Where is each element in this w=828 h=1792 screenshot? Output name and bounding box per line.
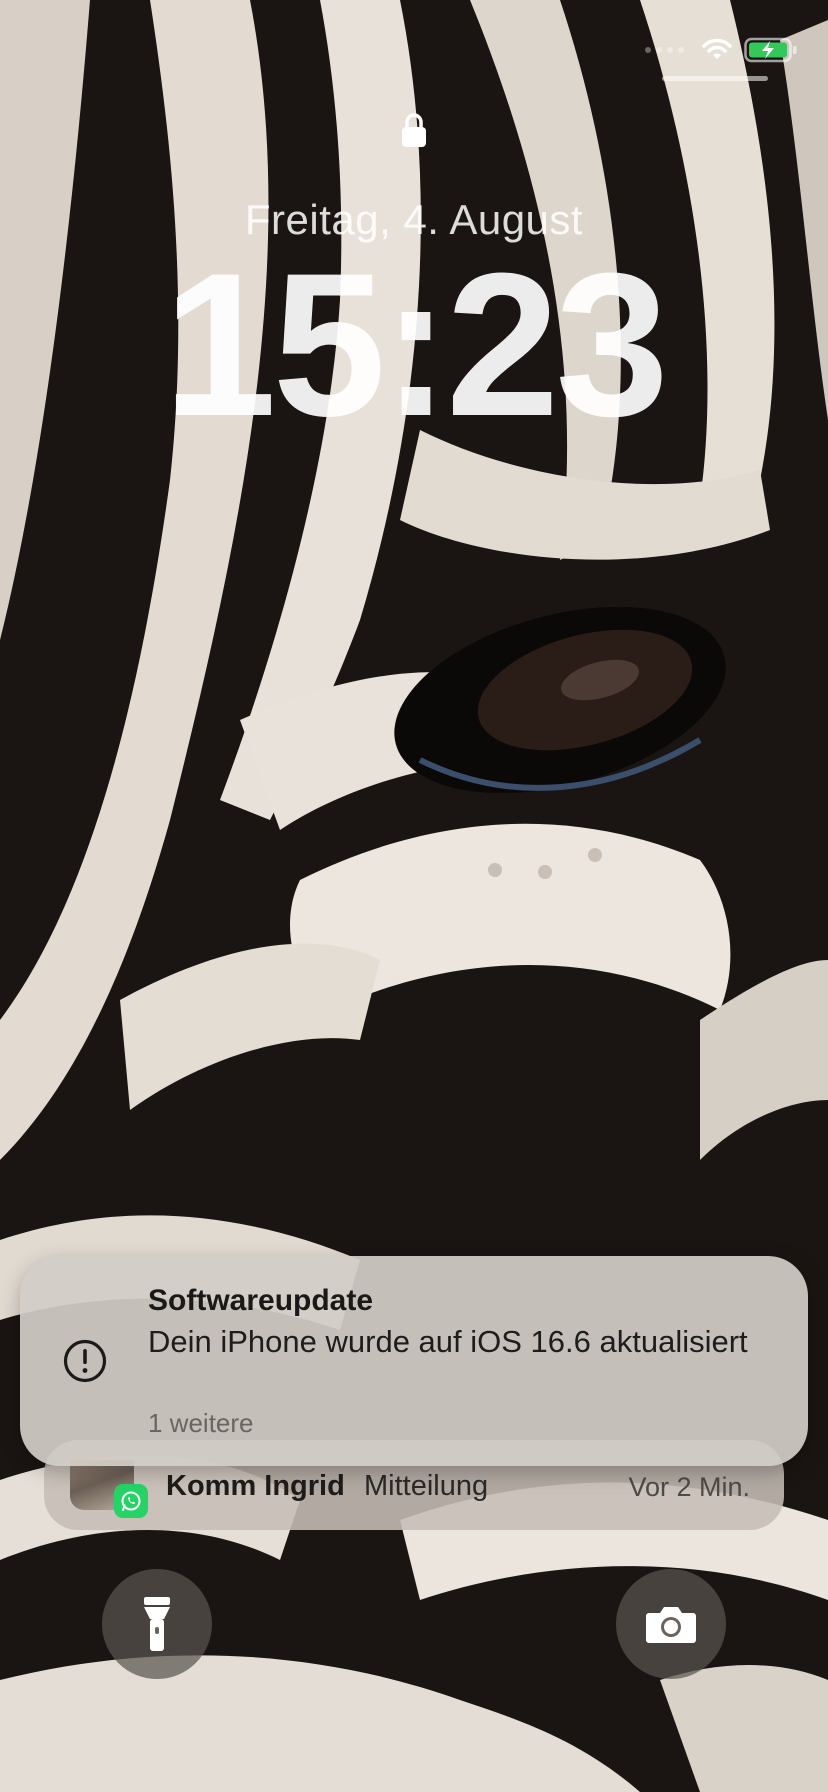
notification-more-count: 1 weitere — [148, 1408, 254, 1438]
flashlight-button[interactable] — [102, 1569, 212, 1679]
exclamation-circle-icon — [62, 1338, 108, 1384]
camera-button[interactable] — [616, 1569, 726, 1679]
avatar — [70, 1460, 148, 1518]
camera-icon — [646, 1607, 696, 1643]
notification-message: Mitteilung — [364, 1470, 489, 1502]
notification-timestamp: Vor 2 Min. — [628, 1472, 750, 1502]
wifi-icon — [700, 37, 734, 63]
notification-sender: Komm Ingrid — [166, 1470, 345, 1502]
status-bar — [645, 30, 798, 70]
notification-body: Dein iPhone wurde auf iOS 16.6 aktualisi… — [148, 1324, 748, 1359]
notification-title: Softwareupdate — [148, 1284, 374, 1317]
battery-charging-icon — [744, 37, 798, 63]
lock-screen-time: 15:23 — [163, 231, 669, 459]
status-indicator-bar — [662, 76, 768, 81]
lock-icon — [400, 112, 428, 148]
whatsapp-icon — [114, 1484, 148, 1518]
cellular-signal-icon — [645, 47, 684, 53]
lock-screen: Freitag, 4. August 15:23 Komm Ingrid Mit… — [0, 0, 828, 1792]
notification-software-update[interactable]: Softwareupdate Dein iPhone wurde auf iOS… — [20, 1256, 808, 1466]
flashlight-icon — [144, 1597, 170, 1651]
